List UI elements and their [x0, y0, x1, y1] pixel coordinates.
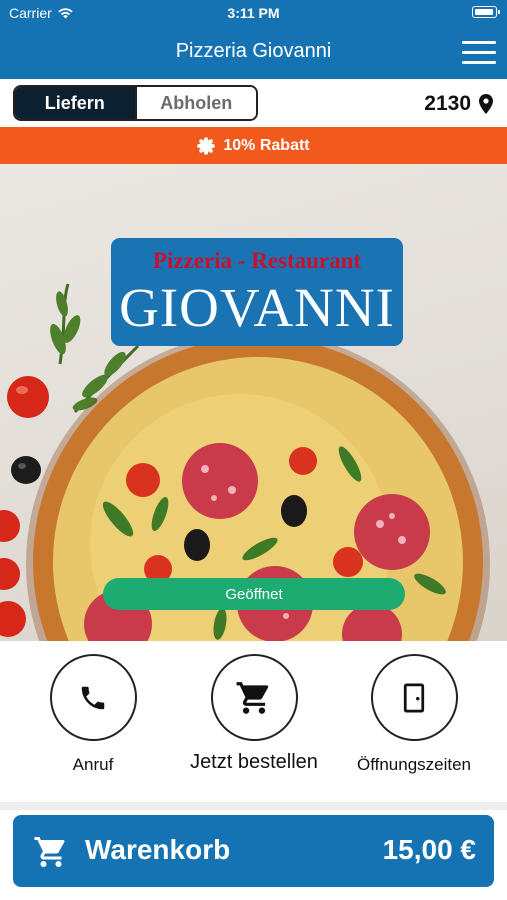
opening-hours-label: Öffnungszeiten: [356, 755, 472, 774]
cart-total: 15,00 €: [382, 834, 476, 865]
postal-code: 2130: [424, 92, 471, 115]
cart-icon: [34, 837, 65, 867]
logo-title: GIOVANNI: [119, 277, 395, 338]
call-circle[interactable]: [49, 654, 137, 741]
quick-actions: Anruf Jetzt bestellen Öffnungszeiten: [0, 641, 507, 802]
order-now-button[interactable]: Jetzt bestellen: [169, 654, 339, 774]
discount-banner[interactable]: 10% Rabatt: [0, 127, 507, 164]
hamburger-menu-icon[interactable]: [462, 41, 496, 65]
restaurant-logo: Pizzeria - Restaurant GIOVANNI: [111, 238, 403, 346]
order-circle[interactable]: [210, 654, 298, 741]
hero-banner: Pizzeria - Restaurant GIOVANNI Geöffnet: [0, 164, 507, 641]
pickup-tab[interactable]: Abholen: [134, 87, 256, 119]
cart-label: Warenkorb: [85, 834, 231, 865]
navigation-bar: Pizzeria Giovanni: [0, 26, 507, 79]
opening-hours-button[interactable]: Öffnungszeiten: [329, 654, 499, 775]
order-now-label: Jetzt bestellen: [190, 751, 318, 773]
location-pin-icon: [479, 94, 493, 114]
page-title: Pizzeria Giovanni: [175, 40, 332, 62]
cart-icon: [236, 681, 269, 714]
phone-icon: [81, 686, 105, 709]
clock: 3:11 PM: [227, 5, 280, 21]
cart-button[interactable]: Warenkorb 15,00 €: [13, 815, 494, 887]
logo-subtitle: Pizzeria - Restaurant: [152, 248, 362, 273]
pizza-image: [0, 283, 490, 641]
badge-icon: [197, 136, 216, 155]
open-status-badge: Geöffnet: [103, 578, 405, 610]
call-label: Anruf: [72, 755, 114, 774]
battery-icon: [472, 6, 500, 18]
delivery-mode-toggle[interactable]: Liefern Abholen: [13, 85, 258, 121]
section-divider: [0, 802, 507, 810]
call-button[interactable]: Anruf: [8, 654, 178, 775]
postal-code-selector[interactable]: 2130: [424, 92, 493, 116]
delivery-mode-bar: Liefern Abholen 2130: [0, 79, 507, 127]
door-icon: [403, 683, 425, 712]
deliver-tab[interactable]: Liefern: [15, 87, 135, 119]
hours-circle[interactable]: [370, 654, 458, 741]
discount-text: 10% Rabatt: [223, 136, 310, 154]
status-bar: Carrier 3:11 PM: [0, 0, 507, 26]
